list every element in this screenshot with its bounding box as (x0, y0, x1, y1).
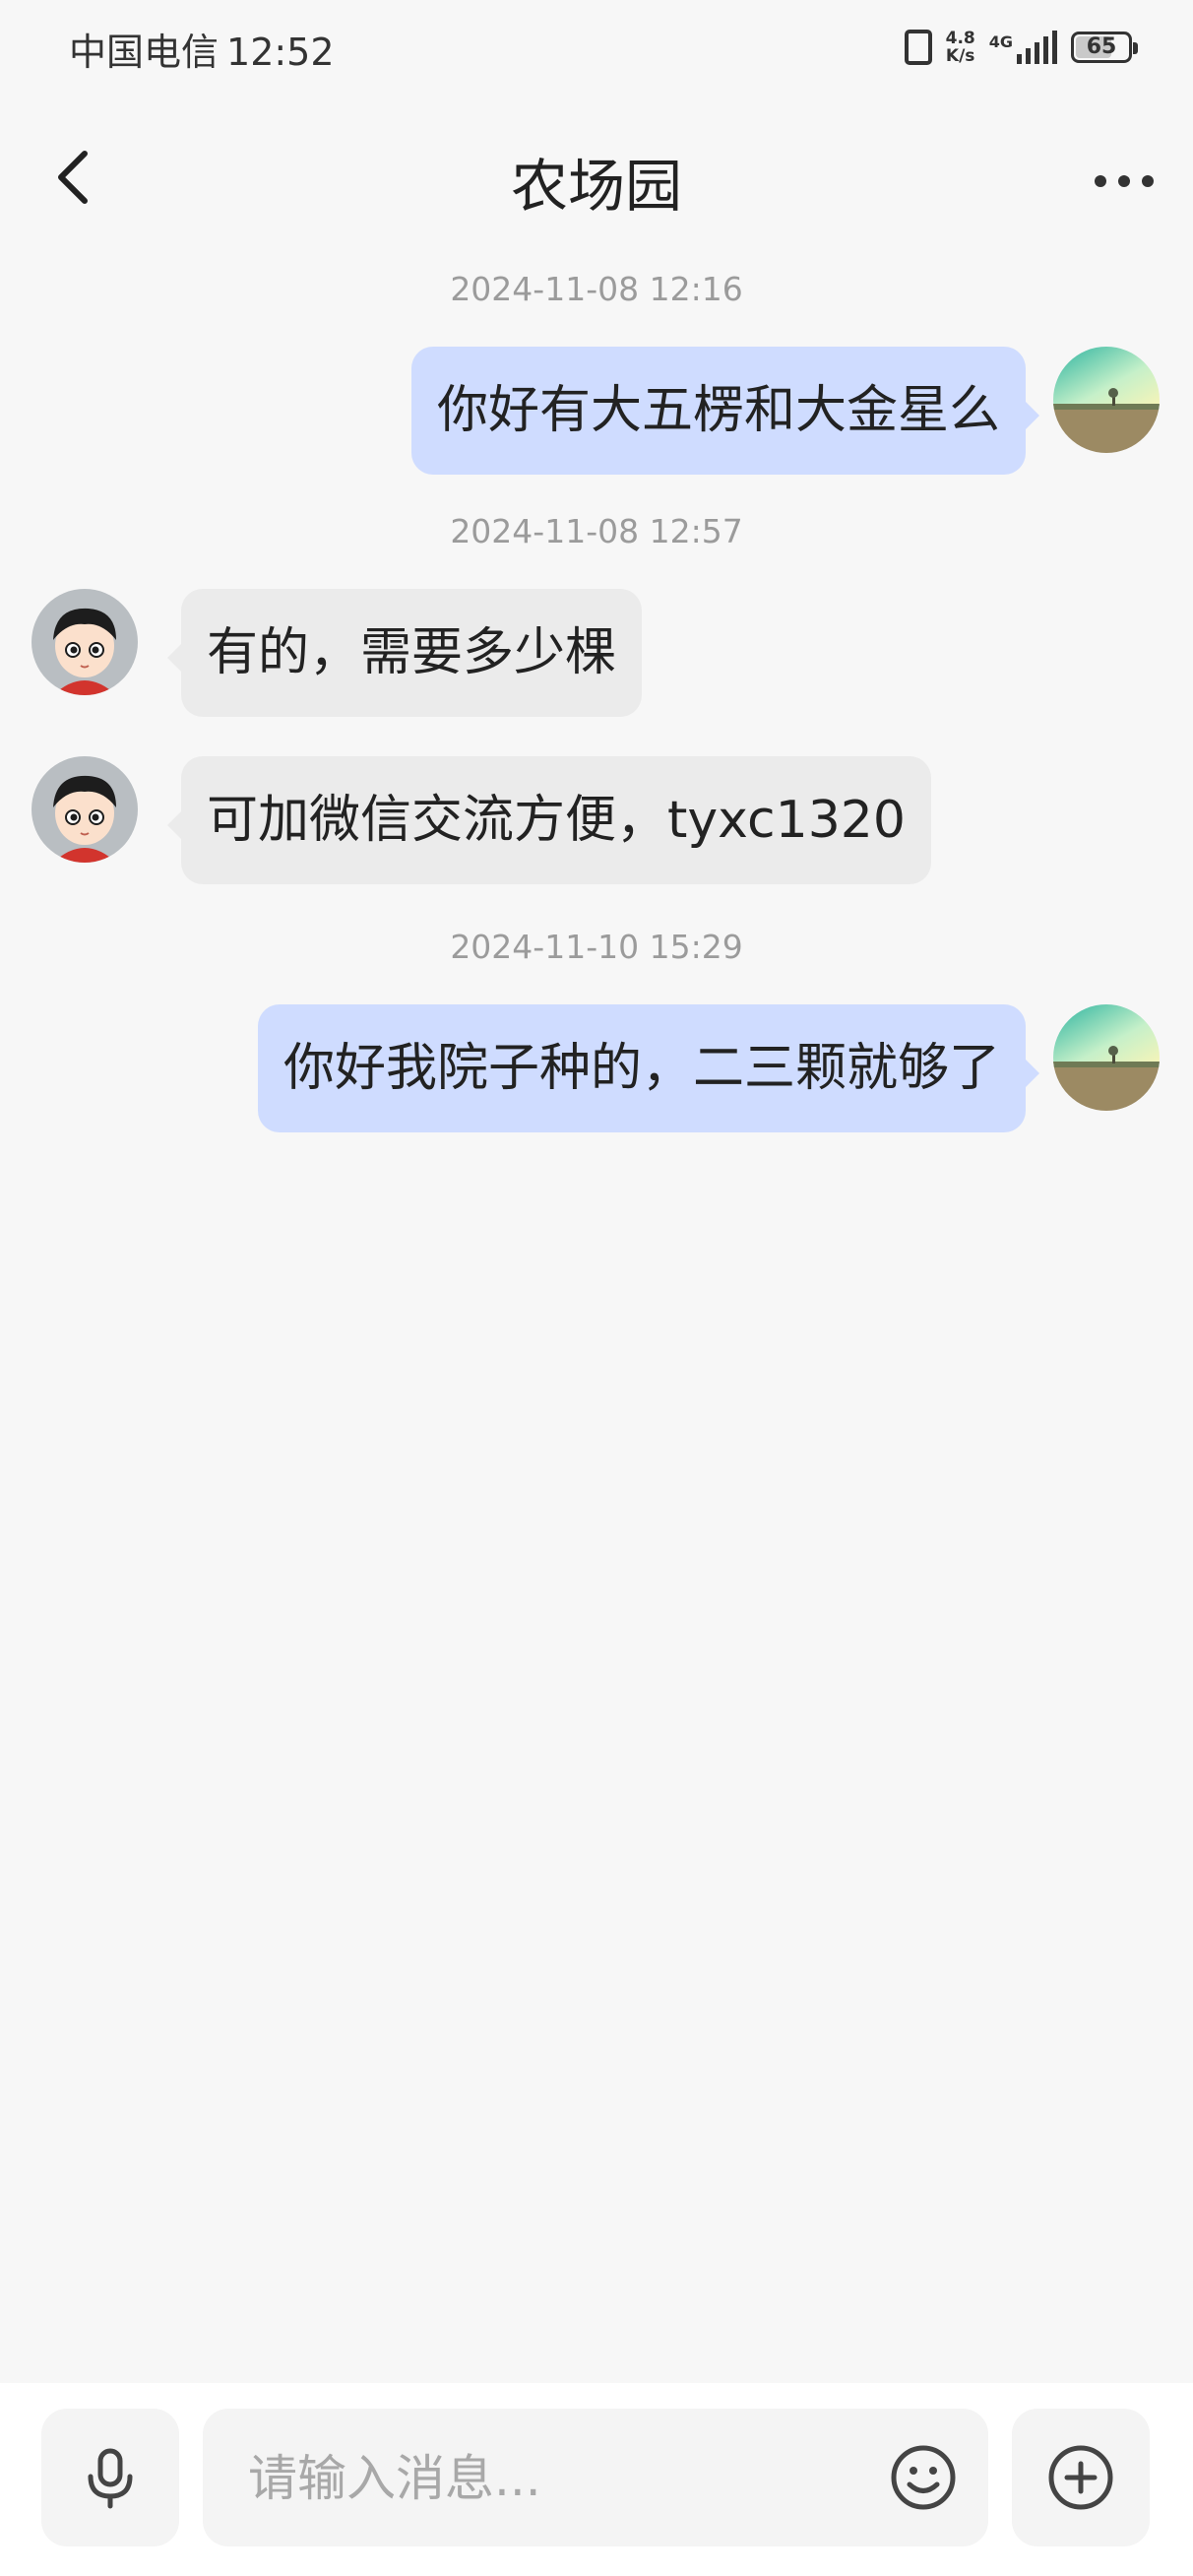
message-input-container (203, 2409, 988, 2548)
carrier-time: 中国电信 12:52 (69, 22, 335, 76)
my-avatar[interactable] (1053, 347, 1160, 453)
cartoon-person-avatar-icon (31, 589, 138, 695)
emoji-icon (891, 2445, 956, 2510)
signal-icon: 4G (989, 31, 1057, 64)
message-bubble-outgoing[interactable]: 你好有大五楞和大金星么 (410, 347, 1040, 475)
emoji-button[interactable] (884, 2438, 963, 2517)
message-bubble-incoming[interactable]: 有的，需要多少棵 (166, 589, 643, 717)
message-bubble-incoming[interactable]: 可加微信交流方便，tyxc1320 (167, 756, 931, 884)
chat-header: 农场园 (0, 118, 1193, 236)
voice-input-button[interactable] (41, 2409, 179, 2546)
chat-title: 农场园 (510, 153, 682, 220)
network-type: 4G (988, 32, 1013, 51)
contact-avatar[interactable] (31, 589, 138, 695)
carrier-name: 中国电信 (69, 31, 220, 74)
message-input-bar (0, 2383, 1193, 2576)
more-actions-button[interactable] (1012, 2409, 1150, 2546)
message-row-outgoing: 你好我院子种的，二三颗就够了 (0, 1004, 1193, 1134)
landscape-avatar-icon (1053, 347, 1160, 453)
message-timestamp: 2024-11-08 12:16 (450, 270, 743, 308)
message-row-outgoing: 你好有大五楞和大金星么 (0, 347, 1193, 477)
landscape-avatar-icon (1053, 1004, 1160, 1111)
cartoon-person-avatar-icon (31, 756, 138, 863)
net-speed: 4.8 K/s (946, 30, 975, 65)
vibrate-icon (904, 30, 932, 65)
more-dots-icon (1095, 175, 1154, 187)
my-avatar[interactable] (1053, 1004, 1160, 1111)
net-speed-unit: K/s (945, 46, 975, 66)
status-bar: 中国电信 12:52 4.8 K/s 4G 65 (0, 0, 1193, 95)
more-button[interactable] (1085, 142, 1163, 221)
message-input[interactable] (246, 2409, 860, 2548)
message-timestamp: 2024-11-08 12:57 (450, 512, 743, 550)
status-icons: 4.8 K/s 4G 65 (904, 26, 1138, 69)
microphone-icon (88, 2448, 133, 2509)
clock: 12:52 (226, 31, 335, 74)
plus-circle-icon (1048, 2445, 1113, 2510)
battery-icon: 65 (1071, 32, 1138, 63)
net-speed-value: 4.8 (945, 29, 975, 48)
message-bubble-outgoing[interactable]: 你好我院子种的，二三颗就够了 (257, 1004, 1040, 1132)
message-row-incoming: 可加微信交流方便，tyxc1320 (0, 756, 1193, 890)
battery-level: 65 (1086, 34, 1117, 59)
contact-avatar[interactable] (31, 756, 138, 863)
message-row-incoming: 有的，需要多少棵 (0, 589, 1193, 723)
message-timestamp: 2024-11-10 15:29 (450, 928, 743, 966)
